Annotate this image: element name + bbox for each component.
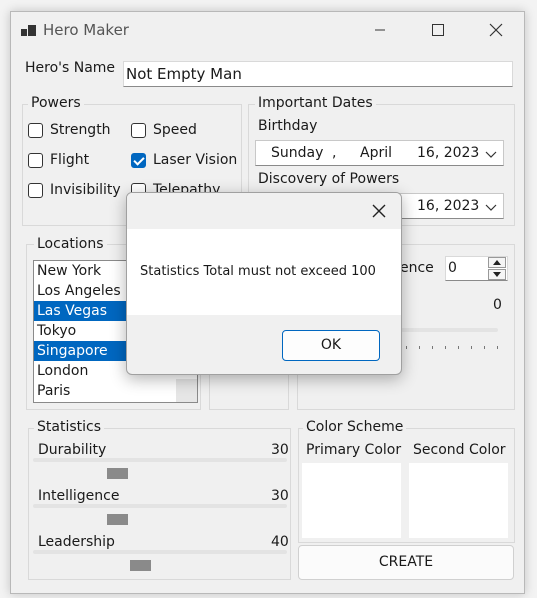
- hero-name-input[interactable]: Not Empty Man: [123, 61, 513, 87]
- second-color-swatch[interactable]: [409, 463, 508, 538]
- flight-label[interactable]: Flight: [50, 152, 89, 168]
- chevron-down-icon[interactable]: [485, 202, 497, 212]
- discovery-day-year: 16, 2023: [417, 198, 480, 214]
- primary-color-label: Primary Color: [306, 442, 402, 458]
- color-scheme-label: Color Scheme: [303, 419, 407, 435]
- laser-vision-checkbox[interactable]: [131, 153, 146, 168]
- invisibility-checkbox[interactable]: [28, 183, 43, 198]
- slider-track[interactable]: [401, 328, 498, 332]
- numeric-value: 0: [448, 260, 457, 276]
- partial-label: ence: [400, 260, 434, 276]
- hero-name-label: Hero's Name: [25, 60, 116, 76]
- intelligence-value: 30: [271, 488, 289, 504]
- app-icon: [21, 24, 37, 36]
- slider-tick: [445, 346, 446, 349]
- minimize-icon: [375, 29, 385, 31]
- intelligence-label: Intelligence: [38, 488, 120, 504]
- leadership-slider-thumb[interactable]: [130, 560, 152, 571]
- invisibility-label[interactable]: Invisibility: [50, 182, 121, 198]
- second-color-label: Second Color: [413, 442, 506, 458]
- create-button[interactable]: CREATE: [298, 545, 514, 580]
- dialog-body: Statistics Total must not exceed 100: [127, 229, 401, 315]
- speed-label[interactable]: Speed: [153, 122, 197, 138]
- slider-tick: [406, 346, 407, 349]
- intelligence-slider[interactable]: [33, 504, 287, 508]
- dialog-message: Statistics Total must not exceed 100: [140, 264, 376, 279]
- numeric-updown[interactable]: 0: [445, 256, 508, 281]
- flight-checkbox[interactable]: [28, 153, 43, 168]
- chevron-down-icon[interactable]: [485, 149, 497, 159]
- primary-color-swatch[interactable]: [302, 463, 401, 538]
- birthday-picker[interactable]: Sunday , April 16, 2023: [255, 140, 504, 166]
- important-dates-label: Important Dates: [255, 95, 376, 111]
- leadership-slider[interactable]: [33, 550, 287, 554]
- slider-tick: [419, 346, 420, 349]
- birthday-month: April: [360, 145, 392, 161]
- durability-value: 30: [271, 442, 289, 458]
- updown-arrows-icon[interactable]: [488, 257, 506, 280]
- discovery-label: Discovery of Powers: [258, 171, 400, 187]
- birthday-separator: ,: [332, 145, 337, 161]
- strength-checkbox[interactable]: [28, 123, 43, 138]
- maximize-icon: [432, 24, 444, 36]
- ok-button[interactable]: OK: [282, 330, 380, 361]
- close-icon: [489, 23, 503, 37]
- durability-label: Durability: [38, 442, 107, 458]
- maximize-button[interactable]: [415, 12, 461, 48]
- slider-tick: [432, 346, 433, 349]
- locations-label: Locations: [34, 236, 107, 252]
- title-bar[interactable]: Hero Maker: [11, 12, 524, 48]
- slider-tick: [484, 346, 485, 349]
- laser-vision-label[interactable]: Laser Vision: [153, 152, 237, 168]
- window-title: Hero Maker: [43, 21, 129, 39]
- statistics-label: Statistics: [34, 419, 104, 435]
- close-button[interactable]: [473, 12, 519, 48]
- speed-checkbox[interactable]: [131, 123, 146, 138]
- birthday-day-year: 16, 2023: [417, 145, 480, 161]
- durability-slider[interactable]: [33, 458, 287, 462]
- powers-group-label: Powers: [28, 95, 84, 111]
- strength-label[interactable]: Strength: [50, 122, 111, 138]
- dialog-title-bar[interactable]: [127, 193, 401, 229]
- leadership-label: Leadership: [38, 534, 115, 550]
- birthday-label: Birthday: [258, 118, 318, 134]
- minimize-button[interactable]: [357, 12, 403, 48]
- error-dialog: Statistics Total must not exceed 100 OK: [126, 192, 402, 375]
- slider-tick: [471, 346, 472, 349]
- location-item[interactable]: Paris: [34, 381, 197, 401]
- slider-tick: [497, 346, 498, 349]
- intelligence-slider-thumb[interactable]: [106, 514, 128, 525]
- slider-tick: [458, 346, 459, 349]
- leadership-value: 40: [271, 534, 289, 550]
- close-icon[interactable]: [371, 203, 387, 219]
- listbox-scrollbar[interactable]: [176, 379, 197, 402]
- durability-slider-thumb[interactable]: [106, 468, 128, 479]
- birthday-weekday: Sunday: [271, 145, 324, 161]
- slider-value: 0: [493, 297, 502, 313]
